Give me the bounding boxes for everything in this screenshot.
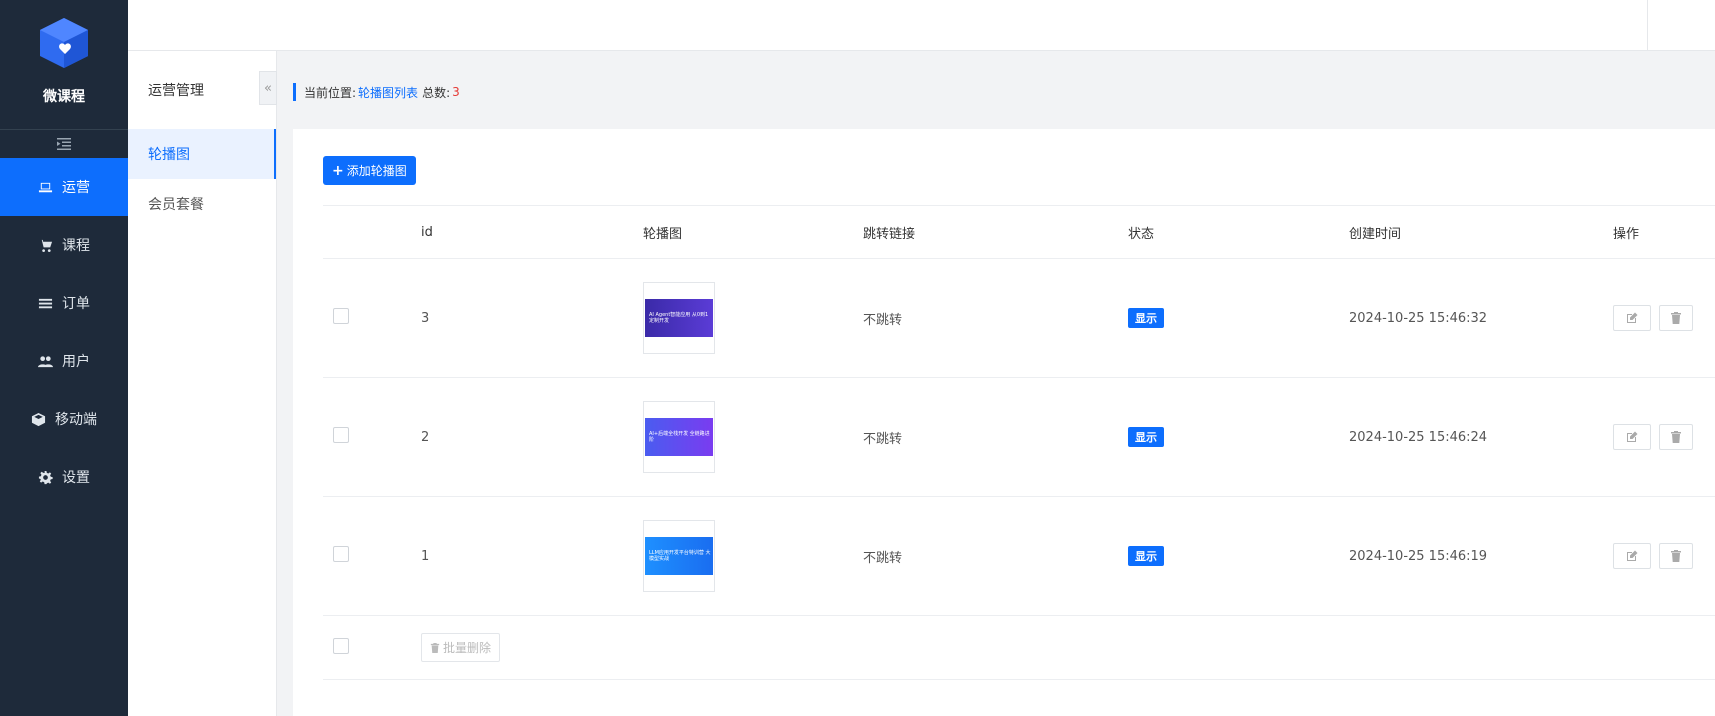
edit-button[interactable] (1613, 424, 1651, 450)
subnav-collapse-button[interactable]: « (259, 71, 277, 105)
banner-text: AI Agent智能应用 从0到1定制开发 (645, 299, 713, 337)
edit-icon (1627, 312, 1638, 323)
sidebar-item-mobile[interactable]: 移动端 (0, 390, 128, 448)
breadcrumb-prefix: 当前位置: (304, 85, 357, 100)
row-id: 1 (421, 496, 643, 616)
row-link: 不跳转 (863, 377, 1128, 497)
header-actions: 操作 (1613, 205, 1715, 259)
laptop-icon (38, 182, 53, 192)
sidebar-item-orders[interactable]: 订单 (0, 274, 128, 332)
row-created: 2024-10-25 15:46:19 (1349, 496, 1613, 616)
table-row: 2 AI+后端全栈开发 全链路进阶 不跳转 显示 2024-10-25 15:4… (323, 377, 1715, 497)
row-id: 3 (421, 258, 643, 378)
subnav-item-carousel[interactable]: 轮播图 (128, 129, 276, 179)
list-icon (38, 298, 53, 308)
carousel-table: id 轮播图 跳转链接 状态 创建时间 操作 3 AI Agent智能应用 从0… (323, 205, 1715, 680)
table-footer-row: 批量删除 (323, 615, 1715, 680)
header-status: 状态 (1128, 205, 1349, 259)
topbar-divider (1647, 0, 1648, 51)
carousel-thumbnail: LLM应用开发平台特训营 大模型实战 (643, 520, 715, 592)
carousel-thumbnail: AI Agent智能应用 从0到1定制开发 (643, 282, 715, 354)
row-id: 2 (421, 377, 643, 497)
carousel-thumbnail: AI+后端全栈开发 全链路进阶 (643, 401, 715, 473)
bulk-delete-button[interactable]: 批量删除 (421, 633, 501, 662)
row-checkbox[interactable] (333, 427, 349, 443)
sidebar-item-courses[interactable]: 课程 (0, 216, 128, 274)
cube-icon (31, 412, 46, 426)
row-created: 2024-10-25 15:46:32 (1349, 258, 1613, 378)
add-carousel-label: 添加轮播图 (346, 164, 407, 178)
edit-icon (1627, 550, 1638, 561)
trash-icon (430, 642, 440, 653)
cart-icon (38, 239, 53, 252)
users-icon (38, 355, 53, 367)
delete-button[interactable] (1659, 305, 1694, 331)
header-checkbox-cell (323, 205, 421, 259)
secondary-nav: 运营管理 « 轮播图 会员套餐 (128, 51, 277, 716)
table-row: 1 LLM应用开发平台特训营 大模型实战 不跳转 显示 2024-10-25 1… (323, 496, 1715, 616)
sidebar-item-label: 课程 (62, 238, 90, 254)
edit-icon (1627, 431, 1638, 442)
banner-text: AI+后端全栈开发 全链路进阶 (645, 418, 713, 456)
double-chevron-left-icon: « (264, 80, 272, 96)
edit-button[interactable] (1613, 305, 1651, 331)
row-created: 2024-10-25 15:46:24 (1349, 377, 1613, 497)
bulk-delete-label: 批量删除 (443, 641, 492, 655)
banner-text: LLM应用开发平台特训营 大模型实战 (645, 537, 713, 575)
trash-icon (1671, 431, 1682, 443)
sidebar-collapse-button[interactable] (0, 130, 128, 158)
logo-icon (40, 18, 88, 68)
list-card: + 添加轮播图 id 轮播图 跳转链接 状态 创建时间 操作 3 AI Agen… (293, 129, 1715, 716)
add-carousel-button[interactable]: + 添加轮播图 (323, 156, 416, 185)
sidebar-item-settings[interactable]: 设置 (0, 448, 128, 506)
delete-button[interactable] (1659, 424, 1694, 450)
delete-button[interactable] (1659, 543, 1694, 569)
gear-icon (38, 470, 53, 484)
select-all-checkbox[interactable] (333, 637, 349, 654)
sidebar-item-label: 用户 (62, 354, 90, 370)
sidebar-item-label: 订单 (62, 296, 90, 312)
sidebar-item-label: 运营 (62, 180, 90, 196)
total-count: 3 (452, 85, 460, 99)
sidebar-item-label: 移动端 (55, 412, 97, 428)
header-id: id (421, 205, 643, 259)
row-checkbox[interactable] (333, 308, 349, 324)
status-badge: 显示 (1128, 546, 1164, 566)
row-link: 不跳转 (863, 496, 1128, 616)
top-bar (128, 0, 1715, 51)
edit-button[interactable] (1613, 543, 1651, 569)
table-header-row: id 轮播图 跳转链接 状态 创建时间 操作 (323, 205, 1715, 259)
header-created: 创建时间 (1349, 205, 1613, 259)
brand-name: 微课程 (43, 89, 85, 105)
total-label: 总数: (422, 85, 451, 100)
subnav-title: 运营管理 (148, 83, 204, 99)
main-sidebar: 微课程 运营 课程 订单 用户 移动端 设置 (0, 0, 128, 716)
sidebar-item-operations[interactable]: 运营 (0, 158, 128, 216)
trash-icon (1671, 312, 1682, 324)
sidebar-item-users[interactable]: 用户 (0, 332, 128, 390)
row-checkbox[interactable] (333, 546, 349, 562)
trash-icon (1671, 550, 1682, 562)
table-row: 3 AI Agent智能应用 从0到1定制开发 不跳转 显示 2024-10-2… (323, 258, 1715, 378)
status-badge: 显示 (1128, 427, 1164, 447)
breadcrumb-current-link[interactable]: 轮播图列表 (358, 84, 418, 101)
row-link: 不跳转 (863, 258, 1128, 378)
main-content: 当前位置: 轮播图列表 总数: 3 + 添加轮播图 id 轮播图 跳转链接 状态… (277, 51, 1715, 716)
plus-icon: + (332, 162, 344, 179)
logo-area: 微课程 (0, 0, 128, 130)
header-link: 跳转链接 (863, 205, 1128, 259)
sidebar-item-label: 设置 (62, 470, 90, 486)
subnav-item-membership[interactable]: 会员套餐 (128, 179, 276, 229)
header-image: 轮播图 (643, 205, 863, 259)
status-badge: 显示 (1128, 308, 1164, 328)
menu-indent-icon (57, 138, 71, 150)
breadcrumb: 当前位置: 轮播图列表 总数: 3 (293, 83, 460, 101)
